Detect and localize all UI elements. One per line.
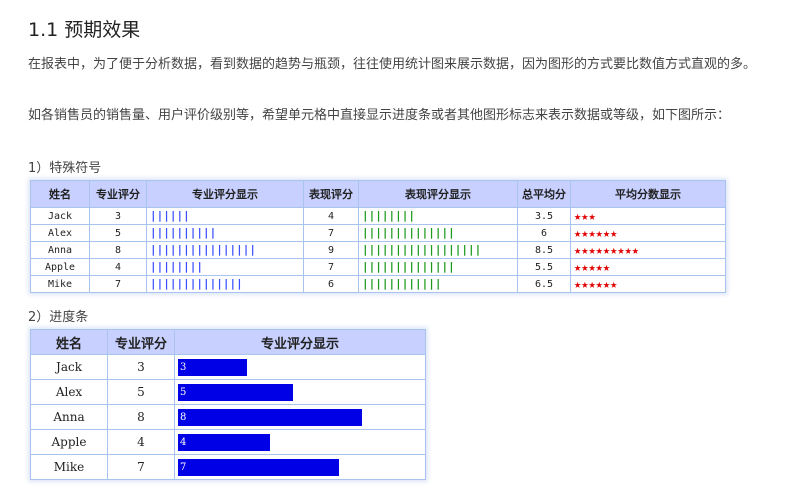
perf-score-cell: 4 xyxy=(303,207,359,225)
perf-ticks-cell: |||||||||||||| xyxy=(358,224,518,242)
pro-ticks-cell: |||||||||| xyxy=(146,224,304,242)
score-cell: 7 xyxy=(107,454,175,480)
tick-marks: |||||||| xyxy=(362,209,415,222)
subheading-progress-bar: 2）进度条 xyxy=(28,310,89,325)
header-pro-display: 专业评分显示 xyxy=(146,180,304,208)
progress-cell: 8 xyxy=(174,404,426,430)
progress-cell: 5 xyxy=(174,379,426,405)
progress-bar: 8 xyxy=(178,408,362,426)
pro-score-cell: 8 xyxy=(89,241,147,259)
score-cell: 3 xyxy=(107,354,175,380)
name-cell: Anna xyxy=(30,404,108,430)
name-cell: Mike xyxy=(30,275,90,293)
score-cell: 8 xyxy=(107,404,175,430)
pro-score-cell: 4 xyxy=(89,258,147,276)
name-cell: Apple xyxy=(30,429,108,455)
header-pro-display: 专业评分显示 xyxy=(174,329,426,355)
pro-ticks-cell: |||||||||||||||| xyxy=(146,241,304,259)
pro-ticks-cell: |||||||| xyxy=(146,258,304,276)
pro-score-cell: 3 xyxy=(89,207,147,225)
pro-score-cell: 5 xyxy=(89,224,147,242)
table-header-row: 姓名 专业评分 专业评分显示 xyxy=(30,329,426,355)
tick-marks: |||||||||||||||| xyxy=(150,243,256,256)
stars-cell: ★★★★★ xyxy=(570,258,726,276)
table-row: Anna 8 8 xyxy=(30,404,426,430)
example-paragraph: 如各销售员的销售量、用户评价级别等，希望单元格中直接显示进度条或者其他图形标志来… xyxy=(28,108,731,123)
table-header-row: 姓名 专业评分 专业评分显示 表现评分 表现评分显示 总平均分 平均分数显示 xyxy=(30,180,726,208)
table-row: Mike 7 |||||||||||||| 6 |||||||||||| 6.5 ★★★★★… xyxy=(30,275,726,293)
header-perf-score: 表现评分 xyxy=(303,180,359,208)
pro-ticks-cell: |||||||||||||| xyxy=(146,275,304,293)
star-rating: ★★★★★★ xyxy=(574,277,618,291)
avg-cell: 6 xyxy=(517,224,571,242)
progress-bar: 5 xyxy=(178,383,293,401)
table-row: Anna 8 |||||||||||||||| 9 ||||||||||||||||||… xyxy=(30,241,726,259)
stars-cell: ★★★★★★ xyxy=(570,224,726,242)
tick-marks: |||||||||||||| xyxy=(150,277,243,290)
star-rating: ★★★★★★★★★ xyxy=(574,243,640,257)
special-symbols-table: 姓名 专业评分 专业评分显示 表现评分 表现评分显示 总平均分 平均分数显示 J… xyxy=(30,180,726,293)
header-name: 姓名 xyxy=(30,329,108,355)
pro-score-cell: 7 xyxy=(89,275,147,293)
tick-marks: |||||||||||||||||| xyxy=(362,243,482,256)
progress-bar: 7 xyxy=(178,458,339,476)
tick-marks: |||||||||| xyxy=(150,226,217,239)
name-cell: Alex xyxy=(30,379,108,405)
stars-cell: ★★★ xyxy=(570,207,726,225)
header-pro-score: 专业评分 xyxy=(107,329,175,355)
tick-marks: |||||| xyxy=(150,209,190,222)
avg-cell: 5.5 xyxy=(517,258,571,276)
name-cell: Apple xyxy=(30,258,90,276)
header-avg: 总平均分 xyxy=(517,180,571,208)
tick-marks: |||||||||||| xyxy=(362,277,442,290)
perf-ticks-cell: |||||||||||| xyxy=(358,275,518,293)
table-row: Jack 3 |||||| 4 |||||||| 3.5 ★★★ xyxy=(30,207,726,225)
perf-ticks-cell: |||||||||||||| xyxy=(358,258,518,276)
stars-cell: ★★★★★★★★★ xyxy=(570,241,726,259)
avg-cell: 3.5 xyxy=(517,207,571,225)
tick-marks: |||||||| xyxy=(150,260,203,273)
section-title: 1.1 预期效果 xyxy=(28,19,141,41)
perf-score-cell: 6 xyxy=(303,275,359,293)
avg-cell: 8.5 xyxy=(517,241,571,259)
intro-paragraph: 在报表中，为了便于分析数据，看到数据的趋势与瓶颈，往往使用统计图来展示数据，因为… xyxy=(28,57,757,72)
progress-bar: 4 xyxy=(178,433,270,451)
stars-cell: ★★★★★★ xyxy=(570,275,726,293)
perf-score-cell: 9 xyxy=(303,241,359,259)
table-row: Alex 5 5 xyxy=(30,379,426,405)
header-perf-display: 表现评分显示 xyxy=(358,180,518,208)
progress-cell: 4 xyxy=(174,429,426,455)
star-rating: ★★★★★★ xyxy=(574,226,618,240)
pro-ticks-cell: |||||| xyxy=(146,207,304,225)
tick-marks: |||||||||||||| xyxy=(362,226,455,239)
table-row: Apple 4 |||||||| 7 |||||||||||||| 5.5 ★★★★★ xyxy=(30,258,726,276)
table-row: Jack 3 3 xyxy=(30,354,426,380)
perf-ticks-cell: |||||||||||||||||| xyxy=(358,241,518,259)
star-rating: ★★★★★ xyxy=(574,260,611,274)
progress-bar: 3 xyxy=(178,358,247,376)
table-row: Apple 4 4 xyxy=(30,429,426,455)
name-cell: Mike xyxy=(30,454,108,480)
perf-ticks-cell: |||||||| xyxy=(358,207,518,225)
score-cell: 5 xyxy=(107,379,175,405)
name-cell: Jack xyxy=(30,207,90,225)
name-cell: Jack xyxy=(30,354,108,380)
perf-score-cell: 7 xyxy=(303,224,359,242)
progress-bar-table: 姓名 专业评分 专业评分显示 Jack 3 3 Alex 5 5 Anna 8 8 Apple 4 4… xyxy=(30,329,426,480)
progress-cell: 7 xyxy=(174,454,426,480)
name-cell: Anna xyxy=(30,241,90,259)
header-name: 姓名 xyxy=(30,180,90,208)
header-avg-display: 平均分数显示 xyxy=(570,180,726,208)
perf-score-cell: 7 xyxy=(303,258,359,276)
avg-cell: 6.5 xyxy=(517,275,571,293)
tick-marks: |||||||||||||| xyxy=(362,260,455,273)
name-cell: Alex xyxy=(30,224,90,242)
subheading-special-symbols: 1）特殊符号 xyxy=(28,161,102,176)
progress-cell: 3 xyxy=(174,354,426,380)
table-row: Alex 5 |||||||||| 7 |||||||||||||| 6 ★★★★★★ xyxy=(30,224,726,242)
header-pro-score: 专业评分 xyxy=(89,180,147,208)
table-row: Mike 7 7 xyxy=(30,454,426,480)
score-cell: 4 xyxy=(107,429,175,455)
star-rating: ★★★ xyxy=(574,209,596,223)
